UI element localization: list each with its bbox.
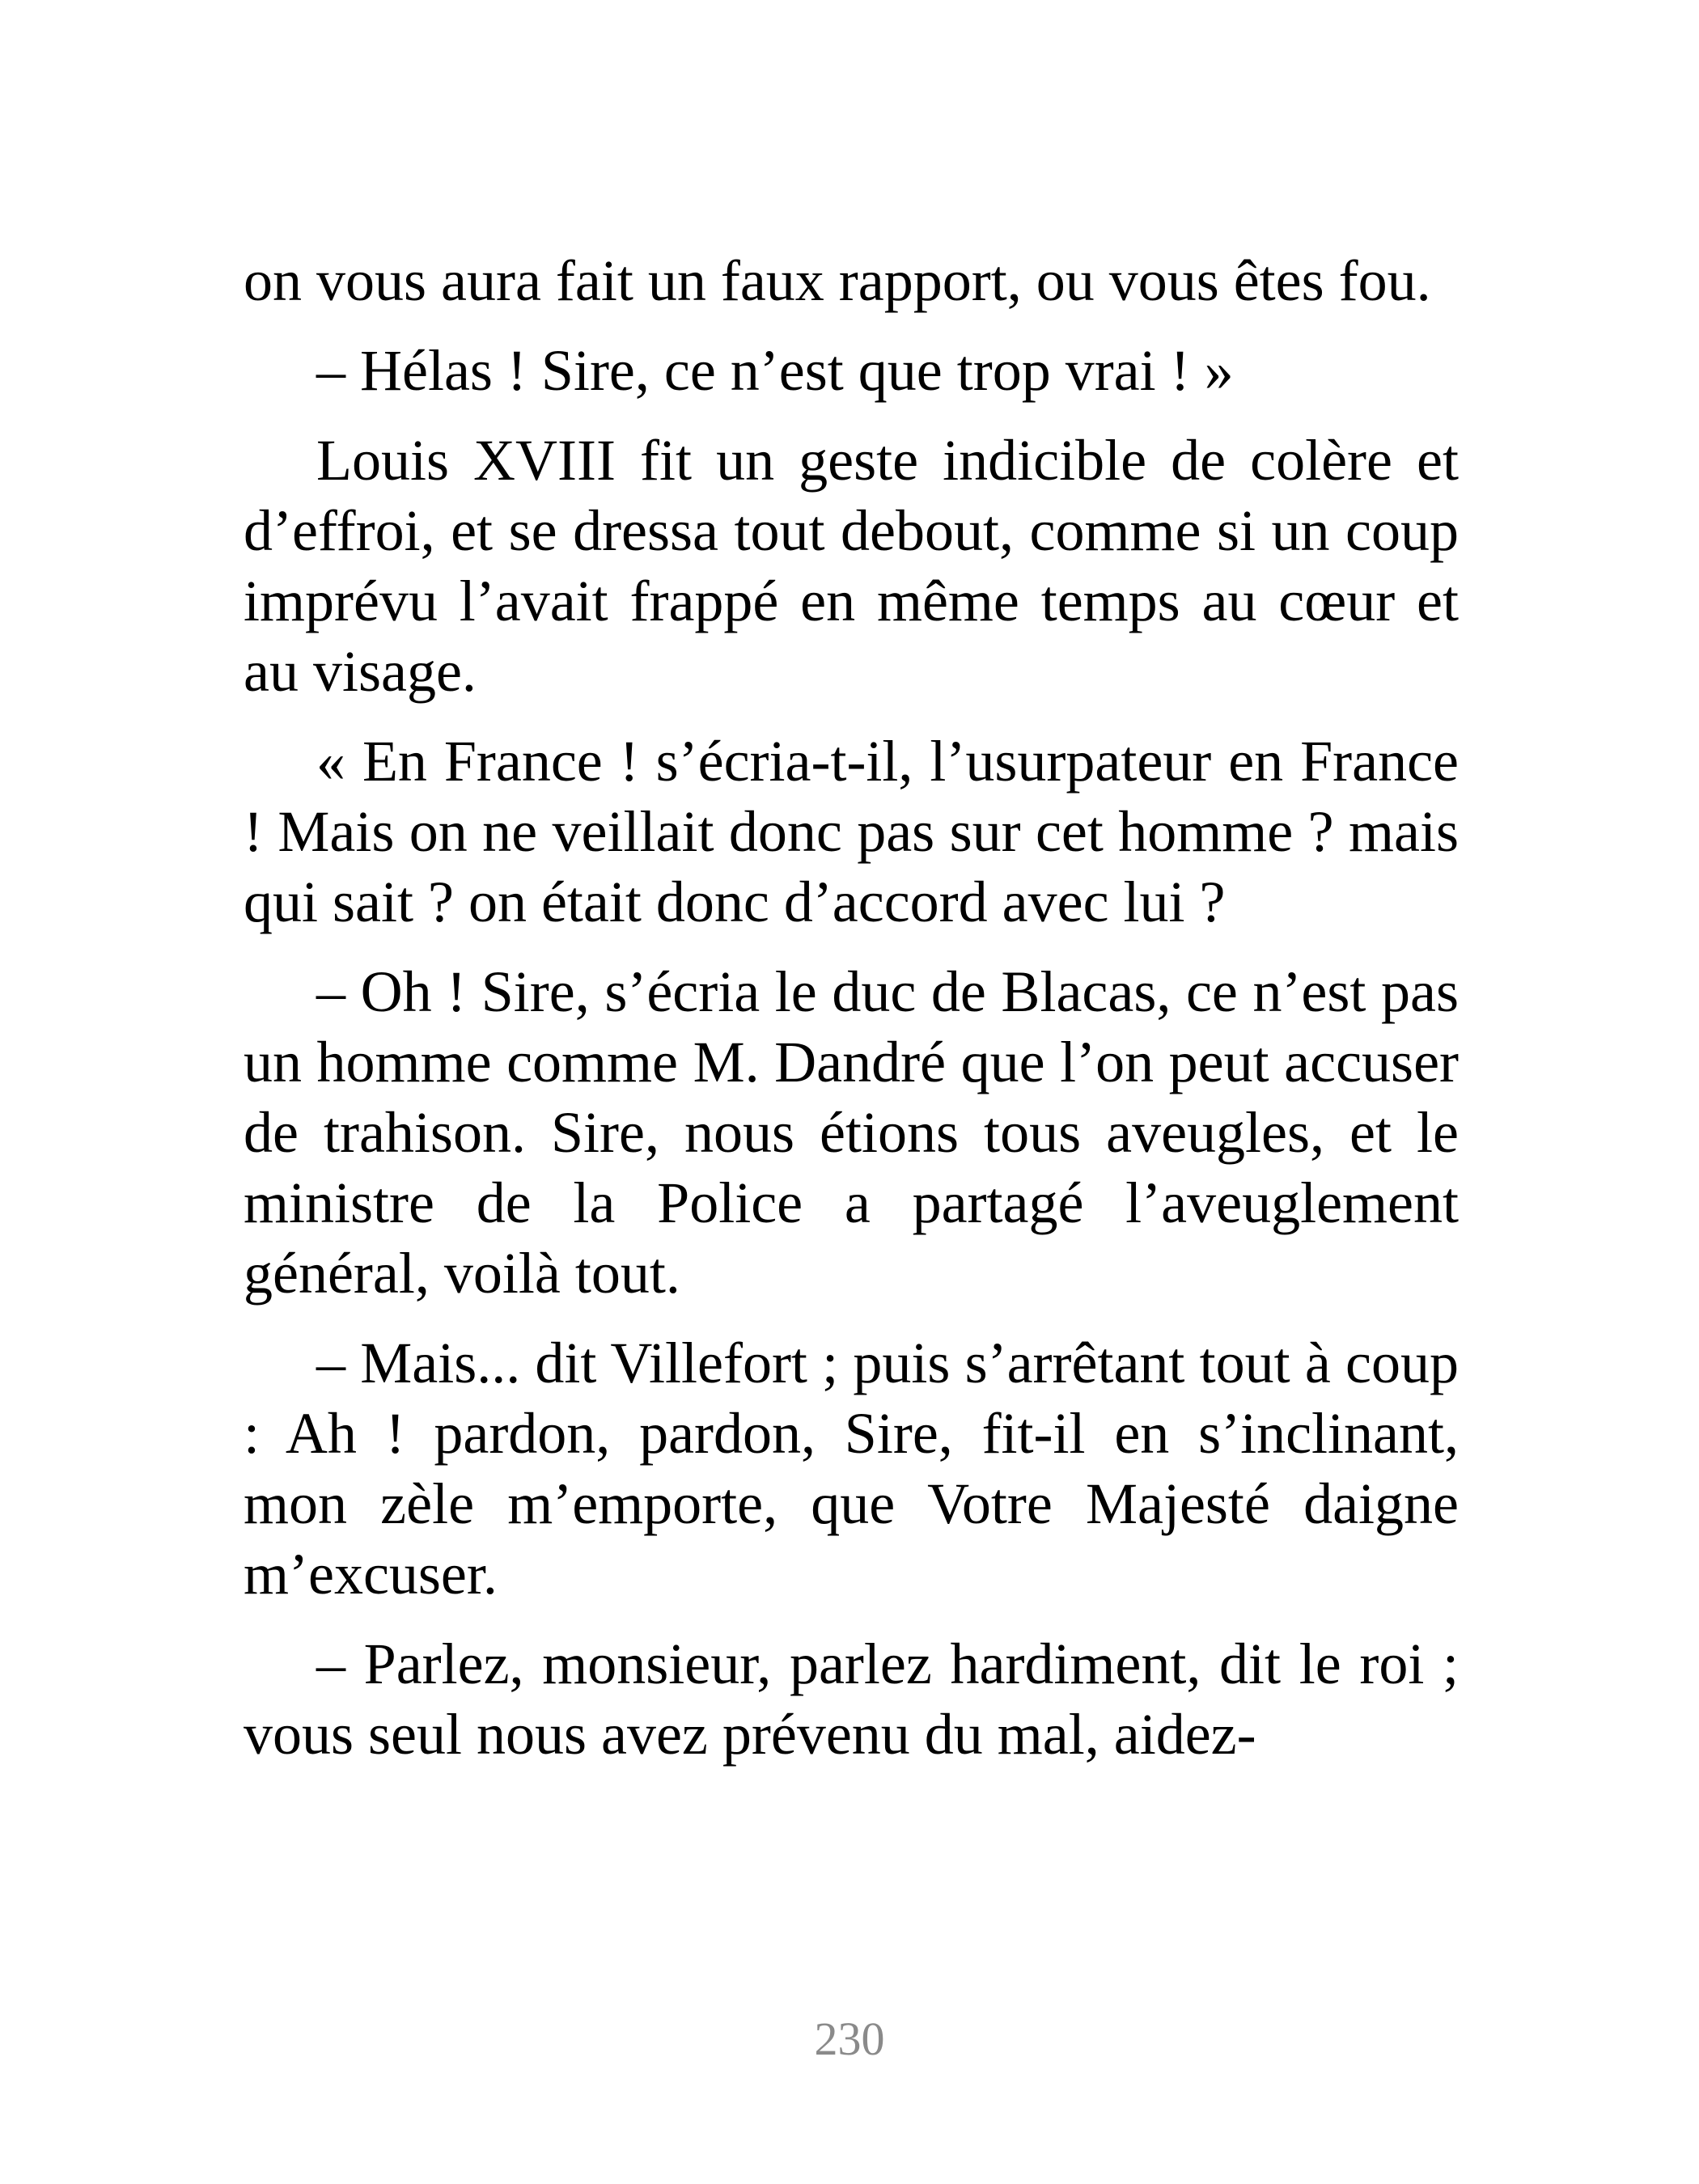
paragraph-4: « En France ! s’écria-t-il, l’usurpateur… — [244, 729, 1459, 934]
paragraph-3: Louis XVIII fit un geste indicible de co… — [244, 428, 1459, 704]
page-number: 230 — [814, 2013, 885, 2065]
paragraph-7: – Parlez, monsieur, parlez hardiment, di… — [244, 1632, 1459, 1767]
paragraph-5: – Oh ! Sire, s’écria le duc de Blacas, c… — [244, 959, 1459, 1306]
page-body-text: on vous aura fait un faux rapport, ou vo… — [244, 246, 1459, 1789]
paragraph-2: – Hélas ! Sire, ce n’est que trop vrai !… — [316, 338, 1234, 403]
paragraph-1: on vous aura fait un faux rapport, ou vo… — [244, 248, 1431, 313]
paragraph-6: – Mais... dit Villefort ; puis s’arrêtan… — [244, 1331, 1459, 1606]
book-page: on vous aura fait un faux rapport, ou vo… — [0, 0, 1699, 2184]
